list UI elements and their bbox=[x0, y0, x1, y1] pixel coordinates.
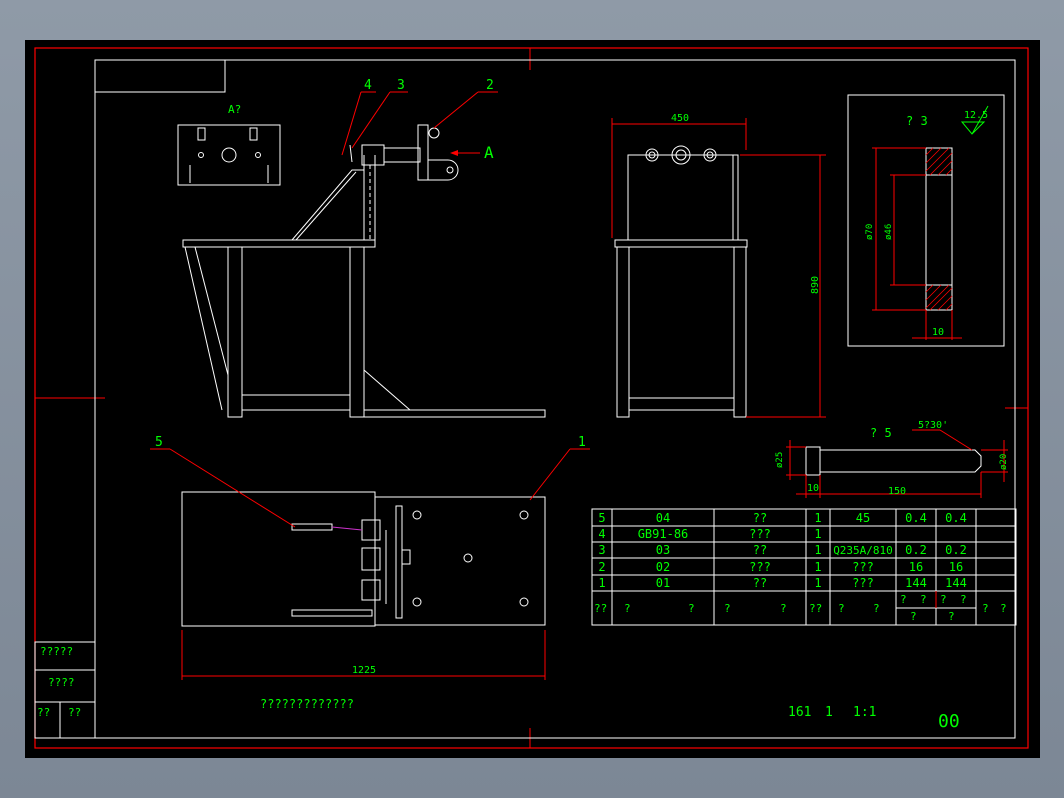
section-3-title: ? 3 bbox=[906, 114, 928, 128]
row-2-w1: 16 bbox=[909, 560, 923, 574]
title-scale: 1:1 bbox=[853, 705, 876, 720]
row-1-code: 01 bbox=[656, 576, 670, 590]
row-5-material: 45 bbox=[856, 511, 870, 525]
left-label-1: ????? bbox=[40, 645, 73, 658]
row-2-no: 2 bbox=[598, 560, 605, 574]
balloon-2: 2 bbox=[486, 78, 494, 93]
row-5-name: ?? bbox=[753, 511, 767, 525]
cad-drawing-sheet: ????? ???? ?? ?? A? A 4 3 2 450 890 ? 3 … bbox=[25, 40, 1040, 758]
row-2-w2: 16 bbox=[949, 560, 963, 574]
dim-ring-width: 10 bbox=[932, 327, 944, 338]
header-cell-2: ? bbox=[624, 602, 631, 615]
header-cell-3: ? bbox=[688, 602, 695, 615]
row-1-material: ??? bbox=[852, 576, 874, 590]
header-cell-12: ? bbox=[960, 593, 967, 606]
dim-pin-end-dia: ø20 bbox=[999, 454, 1009, 470]
dim-pin-dia: ø25 bbox=[775, 452, 785, 468]
row-1-name: ?? bbox=[753, 576, 767, 590]
balloon-5: 5 bbox=[155, 435, 163, 450]
dim-ring-outer: ø70 bbox=[865, 224, 875, 240]
balloon-1: 1 bbox=[578, 435, 586, 450]
header-cell-14: ? bbox=[948, 610, 955, 623]
header-cell-7: ? bbox=[838, 602, 845, 615]
row-3-qty: 1 bbox=[814, 543, 821, 557]
row-5-no: 5 bbox=[598, 511, 605, 525]
row-4-name: ??? bbox=[749, 527, 771, 541]
header-cell-16: ? bbox=[1000, 602, 1007, 615]
left-label-4: ?? bbox=[68, 706, 81, 719]
row-3-no: 3 bbox=[598, 543, 605, 557]
row-5-w2: 0.4 bbox=[945, 511, 967, 525]
left-label-2: ???? bbox=[48, 676, 75, 689]
view-arrow-a-label: A bbox=[484, 143, 494, 162]
row-1-no: 1 bbox=[598, 576, 605, 590]
title-bottom-note: ????????????? bbox=[260, 697, 354, 711]
balloon-3: 3 bbox=[397, 78, 405, 93]
dim-front-height: 890 bbox=[810, 276, 821, 294]
row-2-name: ??? bbox=[749, 560, 771, 574]
dim-ring-inner: ø46 bbox=[884, 224, 894, 240]
row-3-w2: 0.2 bbox=[945, 543, 967, 557]
row-1-w2: 144 bbox=[945, 576, 967, 590]
row-3-material: Q235A/810 bbox=[833, 544, 893, 557]
header-cell-8: ? bbox=[873, 602, 880, 615]
row-3-code: 03 bbox=[656, 543, 670, 557]
header-cell-4: ? bbox=[724, 602, 731, 615]
section-5-title: ? 5 bbox=[870, 426, 892, 440]
header-cell-6: ?? bbox=[809, 602, 822, 615]
row-4-qty: 1 bbox=[814, 527, 821, 541]
dim-pin-head: 10 bbox=[807, 483, 819, 494]
row-2-code: 02 bbox=[656, 560, 670, 574]
header-cell-13: ? bbox=[910, 610, 917, 623]
dim-plan-length: 1225 bbox=[352, 665, 376, 676]
header-cell-1: ?? bbox=[594, 602, 607, 615]
balloon-4: 4 bbox=[364, 78, 372, 93]
row-4-no: 4 bbox=[598, 527, 605, 541]
title-count: 1 bbox=[825, 705, 833, 720]
row-2-qty: 1 bbox=[814, 560, 821, 574]
dim-pin-length: 150 bbox=[888, 486, 906, 497]
row-2-material: ??? bbox=[852, 560, 874, 574]
row-3-name: ?? bbox=[753, 543, 767, 557]
row-1-w1: 144 bbox=[905, 576, 927, 590]
row-4-code: GB91-86 bbox=[638, 527, 689, 541]
row-5-code: 04 bbox=[656, 511, 670, 525]
dim-chamfer: 5?30' bbox=[918, 420, 948, 431]
title-drawing-no: 00 bbox=[938, 711, 960, 732]
row-5-w1: 0.4 bbox=[905, 511, 927, 525]
row-5-qty: 1 bbox=[814, 511, 821, 525]
dim-front-width: 450 bbox=[671, 113, 689, 124]
header-cell-10: ? bbox=[920, 593, 927, 606]
row-3-w1: 0.2 bbox=[905, 543, 927, 557]
header-cell-9: ? bbox=[900, 593, 907, 606]
detail-a-label: A? bbox=[228, 103, 241, 116]
header-cell-15: ? bbox=[982, 602, 989, 615]
title-sheet-info: 161 bbox=[788, 705, 811, 720]
left-label-3: ?? bbox=[37, 706, 50, 719]
header-cell-5: ? bbox=[780, 602, 787, 615]
row-1-qty: 1 bbox=[814, 576, 821, 590]
header-cell-11: ? bbox=[940, 593, 947, 606]
